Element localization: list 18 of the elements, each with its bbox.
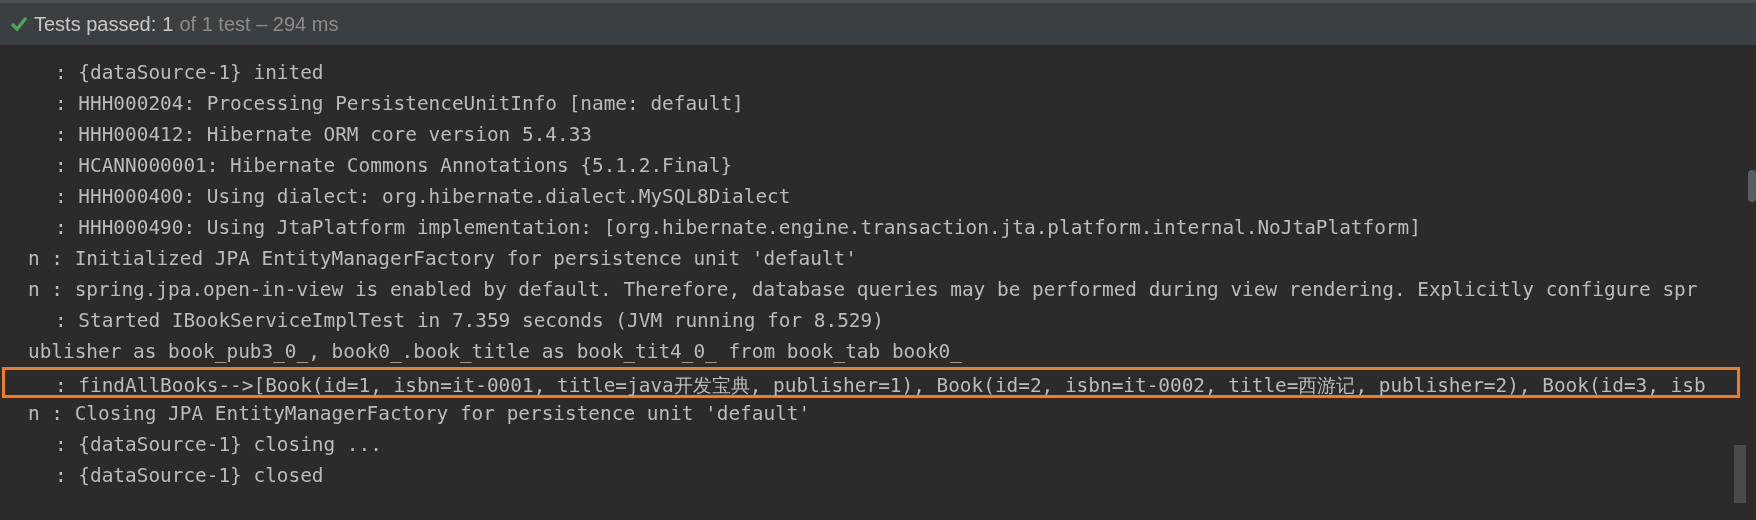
passed-count: 1: [162, 12, 174, 37]
log-line: : HCANN000001: Hibernate Commons Annotations {5.1.2.Final}: [54, 153, 734, 179]
log-line: ublisher as book_pub3_0_, book0_.book_title as book_tit4_0_ from book_tab book0_: [28, 339, 963, 365]
log-line: n : Initialized JPA EntityManagerFactory for persistence unit 'default': [28, 246, 858, 272]
log-line: : HHH000412: Hibernate ORM core version 5.4.33: [54, 122, 593, 148]
log-line: n : Closing JPA EntityManagerFactory for persistence unit 'default': [28, 401, 812, 427]
status-label: Tests passed:: [34, 12, 157, 37]
log-line: n : spring.jpa.open-in-view is enabled by default. Therefore, database queries may be performed during view rendering. Explicitly configure spr: [28, 277, 1699, 303]
log-line: : {dataSource-1} closing ...: [54, 432, 383, 458]
scrollbar-thumb[interactable]: [1734, 445, 1746, 503]
log-line: : HHH000204: Processing PersistenceUnitInfo [name: default]: [54, 91, 745, 117]
log-line: : {dataSource-1} closed: [54, 463, 325, 489]
log-line: : {dataSource-1} inited: [54, 60, 325, 86]
log-line: : HHH000490: Using JtaPlatform implementation: [org.hibernate.engine.transaction.jta.platform.internal.NoJtaPlatform]: [54, 215, 1422, 241]
log-line: : Started IBookServiceImplTest in 7.359 seconds (JVM running for 8.529): [54, 308, 885, 334]
scrollbar-thumb[interactable]: [1748, 170, 1756, 202]
log-line: : HHH000400: Using dialect: org.hibernate.dialect.MySQL8Dialect: [54, 184, 792, 210]
test-summary: of 1 test – 294 ms: [179, 12, 339, 37]
